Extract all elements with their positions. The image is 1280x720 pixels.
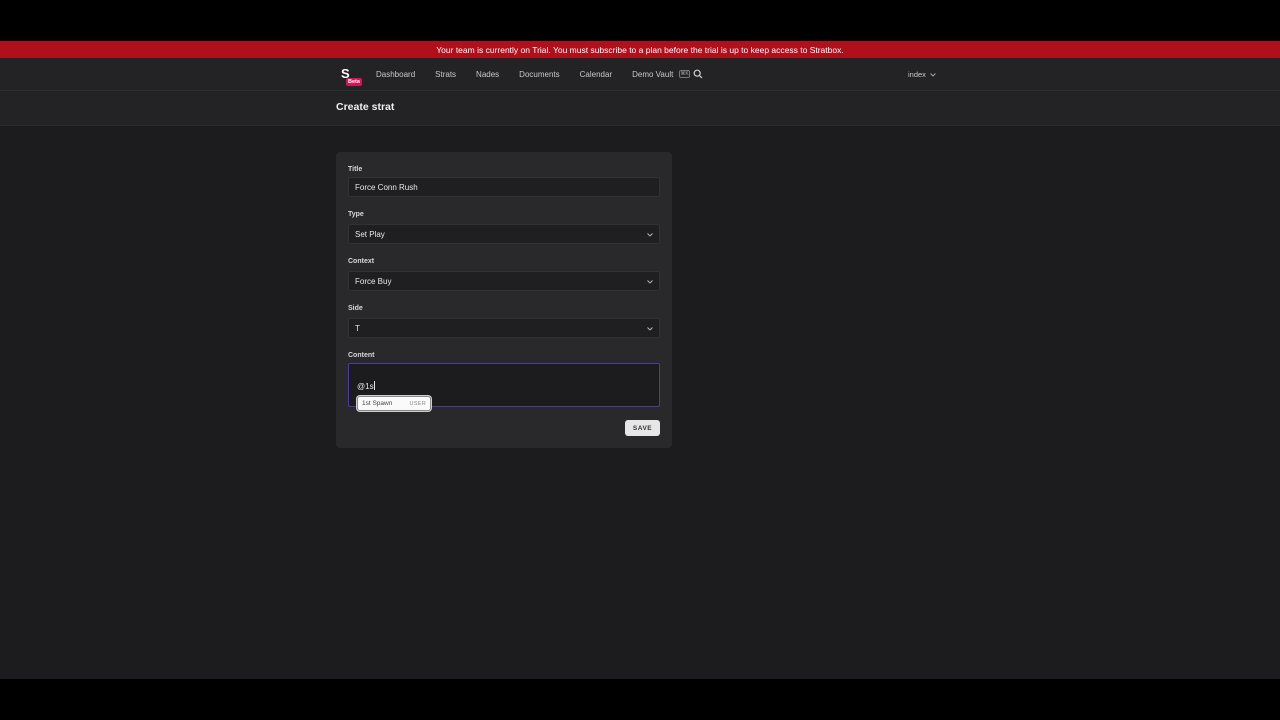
chevron-down-icon	[647, 280, 653, 284]
beta-badge: Beta	[346, 78, 362, 86]
keyboard-shortcut-icon: ⌘K	[679, 70, 690, 78]
content-value: @1s	[357, 382, 374, 391]
side-value: T	[355, 323, 360, 333]
mention-suggestion-tag: USER	[409, 400, 426, 407]
trial-banner: Your team is currently on Trial. You mus…	[0, 41, 1280, 58]
chevron-down-icon	[647, 233, 653, 237]
team-name: index	[908, 70, 926, 79]
type-value: Set Play	[355, 229, 385, 239]
create-strat-form: Title Force Conn Rush Type Set Play Cont…	[336, 152, 672, 448]
title-input[interactable]: Force Conn Rush	[348, 177, 660, 197]
nav-item-documents[interactable]: Documents	[519, 70, 559, 79]
app-window: Your team is currently on Trial. You mus…	[0, 41, 1280, 679]
context-select[interactable]: Force Buy	[348, 271, 660, 291]
page-title: Create strat	[336, 101, 395, 113]
side-select[interactable]: T	[348, 318, 660, 338]
nav-item-demo-vault[interactable]: Demo Vault	[632, 70, 673, 79]
content-label: Content	[348, 352, 375, 359]
page-header: Create strat	[0, 91, 1280, 126]
title-value: Force Conn Rush	[355, 182, 418, 192]
team-switcher[interactable]: index	[908, 70, 936, 79]
search-icon[interactable]	[693, 69, 703, 79]
chevron-down-icon	[930, 72, 936, 77]
top-navbar: S Beta Dashboard Strats Nades Documents …	[0, 58, 1280, 91]
type-label: Type	[348, 211, 364, 218]
nav-links: Dashboard Strats Nades Documents Calenda…	[376, 58, 673, 91]
letterbox-bottom	[0, 679, 1280, 720]
stratbox-logo[interactable]: S Beta	[339, 66, 363, 89]
trial-banner-text: Your team is currently on Trial. You mus…	[436, 44, 844, 55]
context-value: Force Buy	[355, 276, 392, 286]
nav-item-dashboard[interactable]: Dashboard	[376, 70, 415, 79]
letterbox-top	[0, 0, 1280, 41]
nav-item-strats[interactable]: Strats	[435, 70, 456, 79]
type-select[interactable]: Set Play	[348, 224, 660, 244]
content-text: @1s	[357, 381, 375, 391]
mention-suggestion-name: 1st Spawn	[362, 400, 393, 407]
save-button[interactable]: SAVE	[625, 420, 660, 436]
title-label: Title	[348, 166, 363, 173]
chevron-down-icon	[647, 327, 653, 331]
nav-item-nades[interactable]: Nades	[476, 70, 499, 79]
text-caret	[373, 381, 375, 390]
mention-suggestion[interactable]: 1st Spawn USER	[357, 396, 431, 411]
side-label: Side	[348, 305, 363, 312]
nav-item-calendar[interactable]: Calendar	[580, 70, 612, 79]
context-label: Context	[348, 258, 375, 265]
